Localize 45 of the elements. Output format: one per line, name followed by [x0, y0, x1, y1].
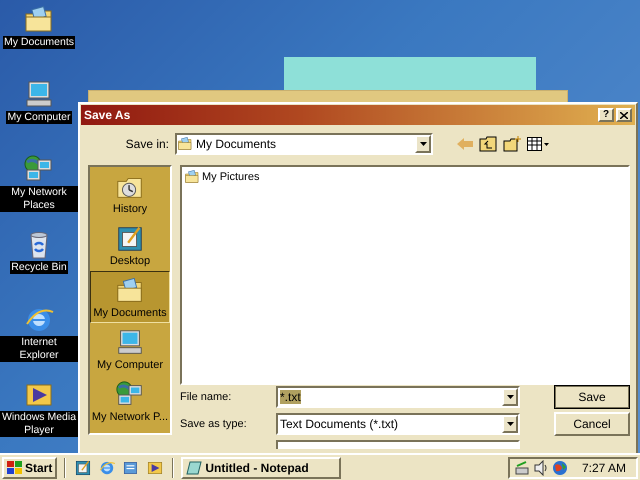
notepad-icon — [186, 460, 202, 476]
close-button[interactable] — [616, 108, 632, 122]
dropdown-arrow-button[interactable] — [415, 135, 431, 153]
close-icon — [620, 112, 628, 118]
save-as-type-label: Save as type: — [180, 416, 248, 432]
save-button[interactable]: Save — [554, 385, 630, 409]
cancel-button[interactable]: Cancel — [554, 412, 630, 436]
places-bar-item[interactable]: My Network P... — [90, 375, 170, 427]
desktop-icon-label[interactable]: Internet Explorer — [0, 336, 78, 362]
file-name-label: File name: — [180, 390, 232, 405]
help-button[interactable]: ? — [598, 108, 614, 122]
desktop-icon-label[interactable]: Recycle Bin — [10, 261, 68, 274]
taskbar-task-button[interactable]: Untitled - Notepad — [181, 456, 342, 478]
globe-tray-icon[interactable] — [552, 460, 568, 476]
dropdown-arrow-button[interactable] — [502, 415, 518, 433]
save-in-label: Save in: — [124, 136, 170, 153]
save-in-value: My Documents — [195, 136, 278, 153]
save-as-type-dropdown[interactable]: Text Documents (*.txt) — [276, 413, 520, 435]
network-tray-icon[interactable] — [514, 460, 530, 476]
desktop-icon-label[interactable]: My Computer — [6, 111, 72, 124]
folder-icon — [177, 136, 193, 152]
speaker-icon[interactable] — [534, 460, 548, 476]
app-icon — [74, 458, 92, 476]
caret-icon — [506, 422, 514, 426]
view-menu-icon[interactable] — [527, 137, 549, 151]
caret-icon — [506, 395, 514, 399]
places-bar-item[interactable]: My Computer — [90, 323, 170, 375]
start-button[interactable]: Start — [2, 456, 58, 478]
desktop-icon-label[interactable]: My Documents — [2, 36, 76, 49]
clock[interactable]: 7:27 AM — [582, 458, 626, 476]
places-bar-item[interactable]: History — [90, 167, 170, 219]
save-in-dropdown[interactable]: My Documents — [175, 133, 433, 155]
desktop-icon-label[interactable]: My Network Places — [0, 186, 78, 212]
window-title: Save As — [84, 107, 132, 124]
desktop-icon-label[interactable]: Windows Media Player — [0, 411, 78, 437]
dropdown-arrow-button[interactable] — [502, 388, 518, 406]
places-bar-item[interactable]: My Documents — [90, 271, 170, 323]
file-list-item[interactable]: My Pictures — [184, 169, 626, 185]
up-folder-icon[interactable] — [479, 136, 497, 152]
new-folder-icon[interactable] — [503, 136, 521, 152]
folder-icon — [184, 169, 200, 185]
caret-icon — [420, 142, 426, 146]
file-name-field[interactable]: *.txt — [276, 386, 520, 408]
windows-flag-icon — [7, 460, 23, 474]
places-bar-item[interactable]: Desktop — [90, 219, 170, 271]
